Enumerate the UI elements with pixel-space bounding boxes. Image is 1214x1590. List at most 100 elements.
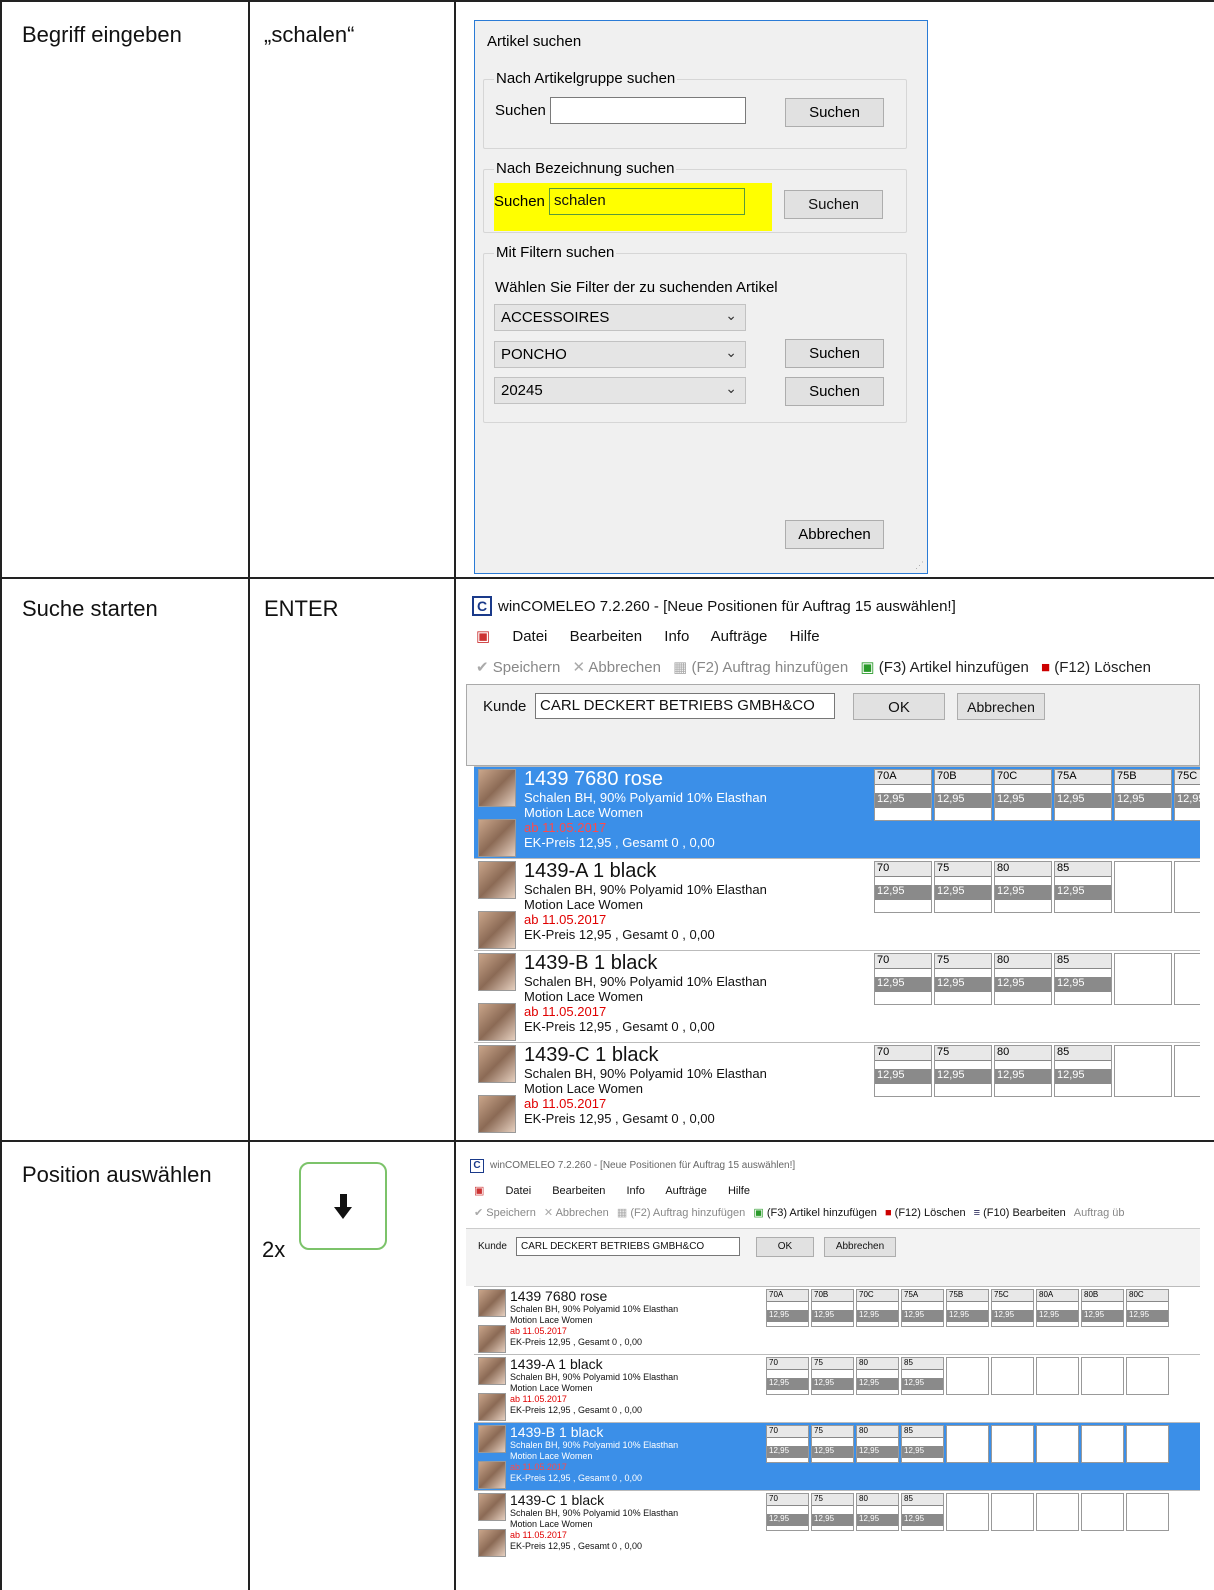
size-cell[interactable]: 70C 12,95 — [856, 1289, 899, 1327]
size-cell[interactable] — [946, 1357, 989, 1395]
menu-bearbeiten[interactable]: Bearbeiten — [552, 1185, 605, 1197]
size-cell[interactable] — [991, 1493, 1034, 1531]
menu-bearbeiten[interactable]: Bearbeiten — [570, 628, 643, 645]
article-row[interactable]: 1439-B 1 black Schalen BH, 90% Polyamid 1… — [474, 950, 1200, 1042]
filter-select-3[interactable]: 20245 ⌄ — [494, 377, 746, 404]
article-row[interactable]: 1439-A 1 black Schalen BH, 90% Polyamid 1… — [474, 1354, 1200, 1422]
dialog-cancel-button[interactable]: Abbrechen — [785, 520, 884, 549]
size-cell[interactable]: 75 12,95 — [934, 1045, 992, 1097]
size-cell[interactable]: 70 12,95 — [766, 1425, 809, 1463]
size-cell[interactable]: 80 12,95 — [994, 1045, 1052, 1097]
toolbar-order-more[interactable]: Auftrag üb — [1074, 1207, 1125, 1219]
abort-button[interactable]: Abbrechen — [957, 693, 1045, 720]
menu-info[interactable]: Info — [664, 628, 689, 645]
size-cell[interactable] — [1036, 1493, 1079, 1531]
size-cell[interactable]: 75C 12,95 — [991, 1289, 1034, 1327]
window-menu-icon[interactable]: ▣ — [476, 628, 490, 645]
size-cell[interactable]: 70 12,95 — [874, 861, 932, 913]
article-row[interactable]: 1439-C 1 black Schalen BH, 90% Polyamid 1… — [474, 1490, 1200, 1558]
size-cell[interactable] — [1126, 1425, 1169, 1463]
size-cell[interactable] — [946, 1493, 989, 1531]
size-cell[interactable]: 85 12,95 — [901, 1493, 944, 1531]
size-cell[interactable]: 80A 12,95 — [1036, 1289, 1079, 1327]
toolbar-cancel[interactable]: Abbrechen — [556, 1207, 609, 1219]
size-cell[interactable] — [1114, 953, 1172, 1005]
menu-auftraege[interactable]: Aufträge — [665, 1185, 707, 1197]
size-cell[interactable] — [991, 1425, 1034, 1463]
toolbar-add-order[interactable]: (F2) Auftrag hinzufügen — [691, 659, 848, 676]
filter-search-button-1[interactable]: Suchen — [785, 339, 884, 368]
size-cell[interactable]: 85 12,95 — [1054, 953, 1112, 1005]
toolbar-delete[interactable]: (F12) Löschen — [1054, 659, 1151, 676]
description-search-input[interactable]: schalen — [549, 188, 745, 215]
size-cell[interactable] — [1114, 861, 1172, 913]
size-cell[interactable]: 70 12,95 — [766, 1493, 809, 1531]
menu-hilfe[interactable]: Hilfe — [728, 1185, 750, 1197]
size-cell[interactable]: 80C 12,95 — [1126, 1289, 1169, 1327]
size-cell[interactable]: 75A 12,95 — [901, 1289, 944, 1327]
article-row[interactable]: 1439 7680 rose Schalen BH, 90% Polyamid 1… — [474, 766, 1200, 858]
filter-search-button-2[interactable]: Suchen — [785, 377, 884, 406]
toolbar-cancel[interactable]: Abbrechen — [588, 659, 661, 676]
menu-info[interactable]: Info — [627, 1185, 645, 1197]
ok-button[interactable]: OK — [853, 693, 945, 720]
article-row[interactable]: 1439-C 1 black Schalen BH, 90% Polyamid 1… — [474, 1042, 1200, 1134]
size-cell[interactable]: 70C 12,95 — [994, 769, 1052, 821]
size-cell[interactable]: 80 12,95 — [856, 1493, 899, 1531]
size-cell[interactable]: 75B 12,95 — [946, 1289, 989, 1327]
size-cell[interactable] — [1174, 953, 1200, 1005]
size-cell[interactable]: 85 12,95 — [901, 1425, 944, 1463]
size-cell[interactable]: 70 12,95 — [766, 1357, 809, 1395]
article-row[interactable]: 1439 7680 rose Schalen BH, 90% Polyamid 1… — [474, 1286, 1200, 1354]
size-cell[interactable]: 70B 12,95 — [934, 769, 992, 821]
size-cell[interactable]: 70A 12,95 — [874, 769, 932, 821]
size-cell[interactable] — [1081, 1493, 1124, 1531]
size-cell[interactable]: 85 12,95 — [1054, 1045, 1112, 1097]
size-cell[interactable] — [1081, 1357, 1124, 1395]
customer-input[interactable]: CARL DECKERT BETRIEBS GMBH&CO — [535, 693, 835, 719]
size-cell[interactable] — [1126, 1357, 1169, 1395]
customer-input[interactable]: CARL DECKERT BETRIEBS GMBH&CO — [516, 1237, 740, 1256]
size-cell[interactable]: 80B 12,95 — [1081, 1289, 1124, 1327]
resize-grip-icon[interactable]: ⋰ — [915, 560, 924, 571]
description-search-button[interactable]: Suchen — [784, 190, 883, 219]
toolbar-save[interactable]: Speichern — [486, 1207, 536, 1219]
size-cell[interactable]: 80 12,95 — [994, 953, 1052, 1005]
size-cell[interactable]: 70B 12,95 — [811, 1289, 854, 1327]
size-cell[interactable]: 85 12,95 — [901, 1357, 944, 1395]
size-cell[interactable] — [1174, 1045, 1200, 1097]
size-cell[interactable] — [1126, 1493, 1169, 1531]
size-cell[interactable] — [1114, 1045, 1172, 1097]
size-cell[interactable]: 70 12,95 — [874, 1045, 932, 1097]
size-cell[interactable] — [1036, 1357, 1079, 1395]
article-group-search-button[interactable]: Suchen — [785, 98, 884, 127]
size-cell[interactable]: 80 12,95 — [994, 861, 1052, 913]
size-cell[interactable]: 75B 12,95 — [1114, 769, 1172, 821]
article-group-input[interactable] — [550, 97, 746, 124]
toolbar-delete[interactable]: (F12) Löschen — [895, 1207, 966, 1219]
size-cell[interactable] — [1036, 1425, 1079, 1463]
size-cell[interactable] — [1174, 861, 1200, 913]
menu-datei[interactable]: Datei — [505, 1185, 531, 1197]
filter-select-2[interactable]: PONCHO ⌄ — [494, 341, 746, 368]
window-menu-icon[interactable]: ▣ — [474, 1185, 484, 1197]
size-cell[interactable]: 75 12,95 — [811, 1425, 854, 1463]
filter-select-1[interactable]: ACCESSOIRES ⌄ — [494, 304, 746, 331]
toolbar-edit[interactable]: (F10) Bearbeiten — [983, 1207, 1066, 1219]
size-cell[interactable]: 75 12,95 — [934, 861, 992, 913]
size-cell[interactable]: 85 12,95 — [1054, 861, 1112, 913]
article-row[interactable]: 1439-A 1 black Schalen BH, 90% Polyamid 1… — [474, 858, 1200, 950]
size-cell[interactable]: 75 12,95 — [934, 953, 992, 1005]
toolbar-save[interactable]: Speichern — [493, 659, 561, 676]
toolbar-add-article[interactable]: (F3) Artikel hinzufügen — [767, 1207, 877, 1219]
menu-hilfe[interactable]: Hilfe — [790, 628, 820, 645]
size-cell[interactable] — [946, 1425, 989, 1463]
size-cell[interactable]: 80 12,95 — [856, 1357, 899, 1395]
size-cell[interactable]: 70 12,95 — [874, 953, 932, 1005]
size-cell[interactable] — [1081, 1425, 1124, 1463]
size-cell[interactable]: 75 12,95 — [811, 1493, 854, 1531]
size-cell[interactable] — [991, 1357, 1034, 1395]
ok-button[interactable]: OK — [756, 1237, 814, 1257]
size-cell[interactable]: 70A 12,95 — [766, 1289, 809, 1327]
size-cell[interactable]: 80 12,95 — [856, 1425, 899, 1463]
